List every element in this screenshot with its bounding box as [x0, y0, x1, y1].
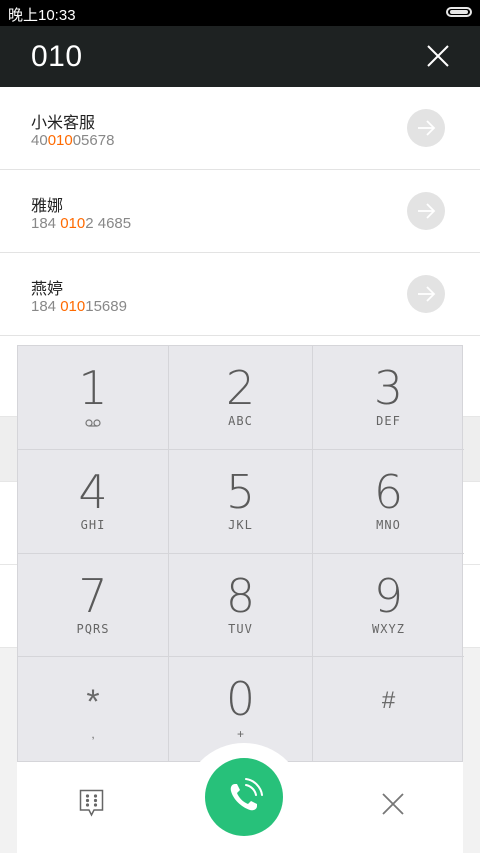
- key-letters: MNO: [376, 518, 401, 532]
- contact-detail-button[interactable]: [407, 109, 445, 147]
- clear-search-button[interactable]: [426, 44, 450, 68]
- contact-detail-button[interactable]: [407, 275, 445, 313]
- call-button[interactable]: [205, 758, 283, 836]
- key-digit: 2: [225, 361, 256, 415]
- key-digit: 1: [78, 361, 108, 415]
- key-8[interactable]: 8 TUV: [169, 554, 313, 657]
- key-7[interactable]: 7 PQRS: [18, 554, 169, 657]
- key-letters: JKL: [228, 518, 253, 532]
- arrow-right-icon: [418, 286, 436, 302]
- delete-button[interactable]: [381, 792, 405, 816]
- voicemail-icon: [18, 416, 168, 430]
- contact-name: 小米客服: [31, 115, 96, 132]
- key-letters: WXYZ: [372, 622, 405, 636]
- key-letters: DEF: [376, 414, 401, 428]
- key-4[interactable]: 4 GHI: [18, 450, 169, 554]
- contact-number: 184 01015689: [31, 298, 127, 315]
- arrow-right-icon: [418, 203, 436, 219]
- phone-call-icon: [230, 778, 263, 811]
- arrow-right-icon: [418, 120, 436, 136]
- contact-result-row[interactable]: 小米客服 4001005678: [0, 87, 480, 170]
- contact-detail-button[interactable]: [407, 192, 445, 230]
- contact-result-row[interactable]: 雅娜 184 0102 4685: [0, 170, 480, 253]
- key-letters: TUV: [228, 622, 253, 636]
- contact-result-row[interactable]: 燕婷 184 01015689: [0, 253, 480, 336]
- key-6[interactable]: 6 MNO: [313, 450, 464, 554]
- key-digit: 0: [225, 672, 256, 726]
- key-digit: 9: [373, 569, 404, 623]
- key-letters: +: [236, 727, 244, 741]
- battery-icon: [446, 7, 472, 17]
- dialpad-toggle-button[interactable]: [79, 789, 104, 817]
- key-letters: PQRS: [76, 622, 110, 636]
- contact-name: 雅娜: [31, 198, 64, 215]
- dial-query-input[interactable]: 010: [31, 40, 83, 74]
- key-digit: 6: [373, 465, 404, 519]
- status-time: 晚上10:33: [8, 7, 76, 24]
- key-digit: 5: [225, 465, 256, 519]
- close-icon: [427, 45, 449, 67]
- key-digit: 7: [78, 569, 108, 623]
- dialpad-icon: [79, 789, 104, 817]
- close-icon: [382, 793, 404, 815]
- key-digit: 8: [225, 569, 256, 623]
- key-hash[interactable]: #: [313, 657, 464, 761]
- contact-number: 184 0102 4685: [31, 215, 132, 232]
- key-star[interactable]: * ,: [18, 657, 169, 761]
- key-digit: 4: [78, 465, 108, 519]
- contact-number: 4001005678: [31, 132, 115, 149]
- contact-name: 燕婷: [31, 281, 64, 298]
- search-header: 010: [0, 26, 480, 87]
- contact-results-list: 小米客服 4001005678 雅娜 184 0102 4685 燕婷 184 …: [0, 87, 480, 336]
- key-1[interactable]: 1: [18, 346, 169, 450]
- key-letters: ABC: [228, 414, 253, 428]
- key-3[interactable]: 3 DEF: [313, 346, 464, 450]
- key-digit: 3: [373, 361, 404, 415]
- key-letters: GHI: [80, 518, 106, 532]
- key-symbol: *: [86, 683, 100, 721]
- key-5[interactable]: 5 JKL: [169, 450, 313, 554]
- key-9[interactable]: 9 WXYZ: [313, 554, 464, 657]
- key-2[interactable]: 2 ABC: [169, 346, 313, 450]
- key-letters: ,: [91, 727, 95, 741]
- dial-keypad: 1 2 ABC 3 DEF 4 GHI 5 JKL 6 MNO 7 PQRS 8…: [17, 345, 464, 762]
- status-bar: 晚上10:33: [0, 0, 480, 26]
- key-symbol: #: [381, 687, 396, 714]
